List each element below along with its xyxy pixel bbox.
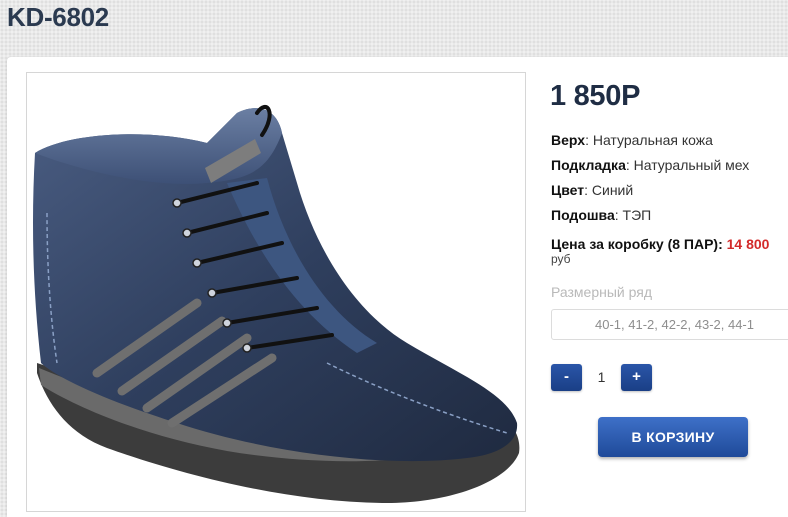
spec-value: : ТЭП xyxy=(614,207,652,223)
spec-label: Подошва xyxy=(551,207,615,223)
spec-label: Цвет xyxy=(551,182,585,198)
spec-label: Подкладка xyxy=(551,157,626,173)
quantity-decrease-button[interactable]: - xyxy=(551,364,582,391)
box-price-value: 14 800 xyxy=(726,236,770,252)
spec-upper: Верх: Натуральная кожа xyxy=(551,131,749,156)
spec-color: Цвет: Синий xyxy=(551,181,749,206)
spec-sole: Подошва: ТЭП xyxy=(551,206,749,231)
size-select[interactable]: 40-1, 41-2, 42-2, 43-2, 44-1 xyxy=(551,309,788,340)
spec-value: : Синий xyxy=(584,182,634,198)
box-price-label: Цена за коробку (8 ПАР): xyxy=(551,236,723,252)
box-price: Цена за коробку (8 ПАР): 14 800 руб xyxy=(551,236,769,265)
spec-value: : Натуральный мех xyxy=(625,157,750,173)
spec-value: : Натуральная кожа xyxy=(585,132,713,148)
spec-list: Верх: Натуральная кожа Подкладка: Натура… xyxy=(551,131,749,231)
spec-lining: Подкладка: Натуральный мех xyxy=(551,156,749,181)
spec-label: Верх xyxy=(551,132,586,148)
product-price: 1 850Р xyxy=(550,80,641,112)
product-title: KD-6802 xyxy=(7,2,109,32)
size-label: Размерный ряд xyxy=(551,284,653,300)
add-to-cart-button[interactable]: В КОРЗИНУ xyxy=(598,417,748,457)
quantity-increase-button[interactable]: + xyxy=(621,364,652,391)
boot-photo-icon xyxy=(33,105,520,503)
product-photo[interactable] xyxy=(26,72,526,512)
quantity-input[interactable]: 1 xyxy=(582,364,621,391)
box-price-currency: руб xyxy=(551,252,571,266)
